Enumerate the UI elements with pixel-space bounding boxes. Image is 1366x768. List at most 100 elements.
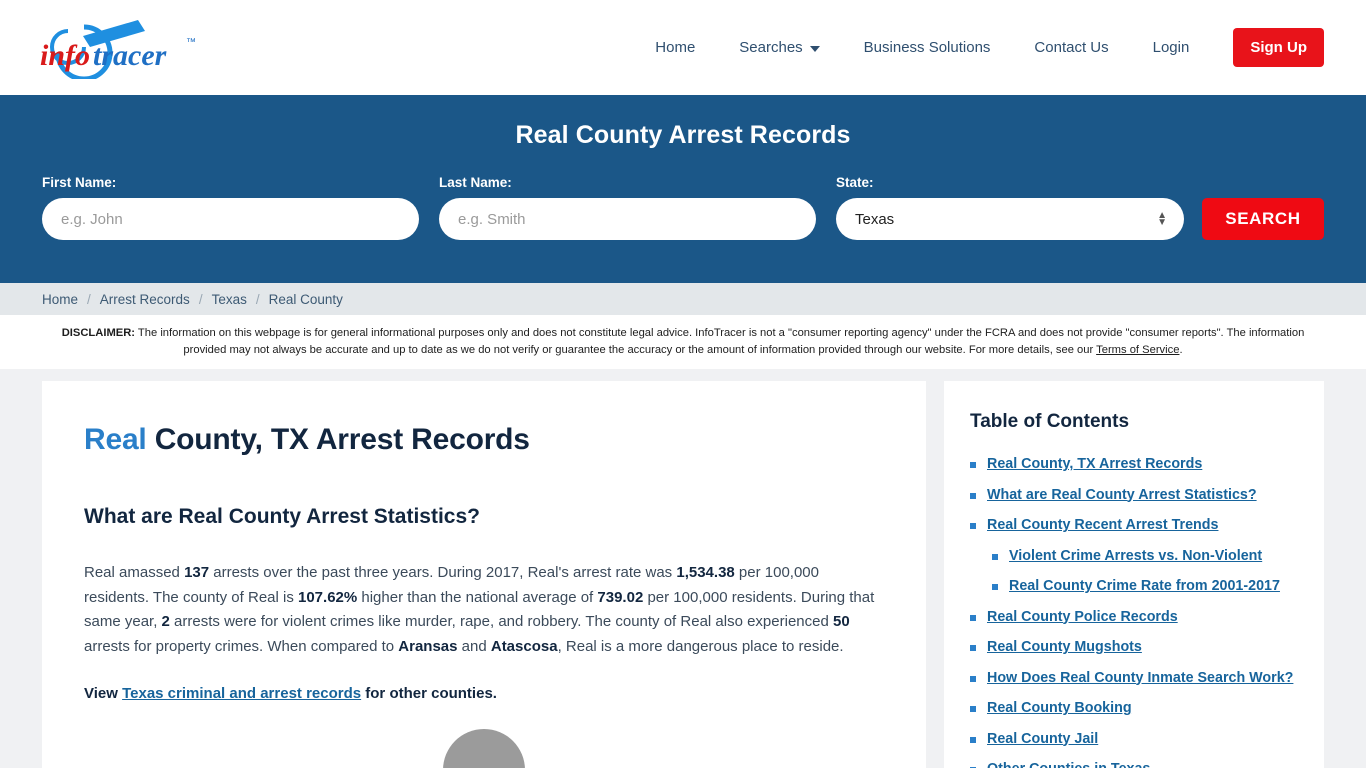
arrest-statistics-paragraph: Real amassed 137 arrests over the past t… — [84, 564, 875, 655]
bullet-icon — [970, 736, 976, 743]
banner-title: Real County Arrest Records — [515, 121, 851, 149]
nav-item-business-solutions[interactable]: Business Solutions — [842, 40, 1013, 55]
nav-label: Contact Us — [1034, 39, 1109, 56]
scroll-to-top-button[interactable] — [443, 729, 525, 768]
toc-item[interactable]: Violent Crime Arrests vs. Non-Violent — [970, 547, 1298, 567]
toc-item[interactable]: Real County, TX Arrest Records — [970, 455, 1298, 475]
page-title: Real County, TX Arrest Records — [84, 423, 884, 457]
bullet-icon — [992, 584, 998, 590]
disclaimer-banner: DISCLAIMER: The information on this webp… — [0, 315, 1366, 369]
search-banner: Real County Arrest Records First Name: L… — [0, 95, 1366, 283]
disclaimer-suffix: . — [1179, 343, 1183, 356]
bullet-icon — [970, 645, 976, 651]
stat-year: 2017 — [485, 564, 520, 581]
last-name-field-group: Last Name: — [439, 175, 816, 240]
toc-link-recent-arrest-trends[interactable]: Real County Recent Arrest Trends — [987, 516, 1218, 536]
toc-link-jail[interactable]: Real County Jail — [987, 730, 1098, 750]
main-navigation: Home Searches Business Solutions Contact… — [633, 0, 1324, 95]
stat-arrest-rate: 1,534.38 — [676, 564, 735, 581]
toc-link-other-counties[interactable]: Other Counties in Texas — [987, 760, 1150, 768]
breadcrumb-item-texas[interactable]: Texas — [212, 292, 247, 307]
breadcrumb-item-real-county: Real County — [268, 291, 343, 307]
nav-item-contact-us[interactable]: Contact Us — [1012, 40, 1130, 55]
texas-criminal-records-link[interactable]: Texas criminal and arrest records — [122, 685, 361, 702]
toc-link-inmate-search[interactable]: How Does Real County Inmate Search Work? — [987, 669, 1293, 689]
toc-link-arrest-statistics[interactable]: What are Real County Arrest Statistics? — [987, 486, 1257, 506]
page-title-accent: Real — [84, 423, 147, 456]
breadcrumb: Home / Arrest Records / Texas / Real Cou… — [0, 283, 1366, 315]
arrest-record-search-form: First Name: Last Name: State: Texas ▲▼ S… — [42, 175, 1324, 240]
sign-up-button[interactable]: Sign Up — [1233, 28, 1324, 67]
state-field-group: State: Texas ▲ ▼ — [836, 175, 1184, 240]
main-content-card: Real County, TX Arrest Records What are … — [42, 381, 926, 768]
stat-compare-county-1: Aransas — [398, 637, 458, 655]
toc-link-mugshots[interactable]: Real County Mugshots — [987, 638, 1142, 658]
breadcrumb-separator: / — [198, 291, 203, 307]
first-name-input[interactable] — [42, 198, 419, 240]
nav-label: Home — [655, 39, 696, 56]
site-logo[interactable]: info tracer ™ — [38, 12, 228, 84]
bullet-icon — [970, 614, 976, 621]
nav-item-home[interactable]: Home — [633, 40, 717, 55]
toc-link-booking[interactable]: Real County Booking — [987, 699, 1132, 719]
first-name-field-group: First Name: — [42, 175, 419, 240]
bullet-icon — [970, 492, 976, 499]
svg-text:info: info — [40, 39, 90, 72]
bullet-icon — [992, 553, 998, 560]
view-prefix: View — [84, 685, 123, 702]
breadcrumb-separator: / — [255, 291, 260, 307]
toc-item[interactable]: Real County Recent Arrest Trends — [970, 516, 1298, 536]
svg-text:™: ™ — [186, 37, 196, 48]
toc-item[interactable]: How Does Real County Inmate Search Work? — [970, 669, 1298, 689]
state-select-wrapper: Texas ▲ ▼ — [836, 198, 1184, 240]
bullet-icon — [970, 675, 976, 682]
nav-label: Searches — [739, 39, 803, 56]
page-body: Real County, TX Arrest Records What are … — [0, 369, 1366, 768]
breadcrumb-item-arrest-records[interactable]: Arrest Records — [100, 292, 190, 307]
search-button[interactable]: SEARCH — [1202, 198, 1324, 240]
stat-violent-arrests: 2 — [161, 613, 170, 630]
toc-item[interactable]: Real County Crime Rate from 2001-2017 — [970, 577, 1298, 597]
stat-total-arrests: 137 — [184, 564, 210, 581]
toc-item[interactable]: Real County Mugshots — [970, 638, 1298, 658]
toc-link-police-records[interactable]: Real County Police Records — [987, 608, 1178, 628]
state-label: State: — [836, 175, 874, 190]
page-title-rest: County, TX Arrest Records — [146, 423, 530, 456]
toc-title: Table of Contents — [970, 411, 1130, 432]
stat-property-arrests: 50 — [832, 613, 850, 630]
chevron-down-icon — [809, 45, 820, 52]
state-select[interactable]: Texas — [836, 198, 1184, 240]
toc-item[interactable]: Real County Booking — [970, 699, 1298, 719]
site-header: info tracer ™ Home Searches Business Sol… — [0, 0, 1366, 95]
breadcrumb-separator: / — [87, 291, 91, 307]
toc-link-violent-vs-nonviolent[interactable]: Violent Crime Arrests vs. Non-Violent — [1009, 547, 1262, 567]
last-name-input[interactable] — [439, 198, 816, 240]
bullet-icon — [970, 706, 976, 712]
terms-of-service-link[interactable]: Terms of Service — [1096, 344, 1179, 356]
toc-link-arrest-records[interactable]: Real County, TX Arrest Records — [987, 455, 1202, 475]
stat-national-average: 739.02 — [597, 588, 644, 606]
nav-label: Login — [1152, 39, 1190, 56]
section-heading-arrest-statistics: What are Real County Arrest Statistics? — [84, 505, 480, 528]
stat-compare-county-2: Atascosa — [490, 637, 558, 655]
last-name-label: Last Name: — [439, 175, 512, 190]
bullet-icon — [970, 462, 976, 468]
disclaimer-prefix: DISCLAIMER: — [61, 327, 136, 339]
nav-item-login[interactable]: Login — [1131, 40, 1212, 55]
svg-text:tracer: tracer — [93, 39, 167, 72]
toc-item[interactable]: Real County Police Records — [970, 608, 1298, 628]
nav-label: Business Solutions — [863, 39, 991, 56]
view-suffix: for other counties. — [361, 685, 497, 702]
breadcrumb-item-home[interactable]: Home — [42, 292, 78, 307]
toc-item[interactable]: Real County Jail — [970, 730, 1298, 750]
table-of-contents-card: Table of Contents Real County, TX Arrest… — [944, 381, 1324, 768]
bullet-icon — [970, 523, 976, 529]
toc-list: Real County, TX Arrest Records What are … — [970, 455, 1298, 768]
first-name-label: First Name: — [42, 175, 117, 190]
toc-item[interactable]: Other Counties in Texas — [970, 760, 1298, 768]
stat-pct-above-national: 107.62% — [298, 588, 358, 606]
infotracer-logo-icon: info tracer ™ — [40, 19, 196, 79]
toc-link-crime-rate-2001-2017[interactable]: Real County Crime Rate from 2001-2017 — [1009, 577, 1280, 597]
toc-item[interactable]: What are Real County Arrest Statistics? — [970, 486, 1298, 506]
nav-item-searches[interactable]: Searches — [717, 40, 841, 55]
